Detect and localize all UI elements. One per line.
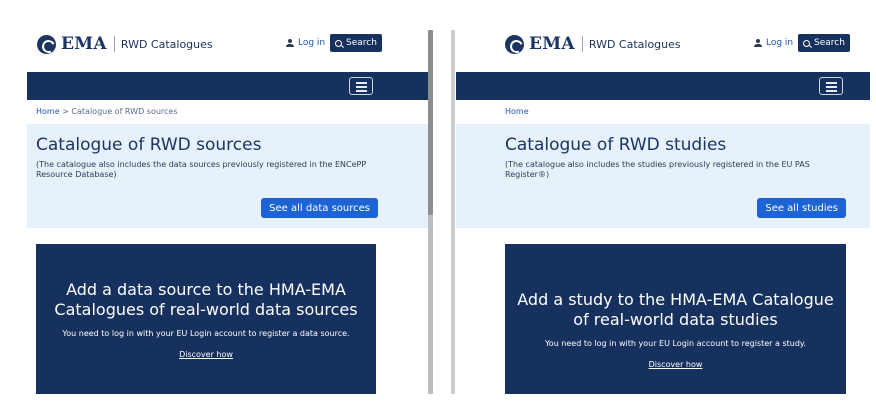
search-button[interactable]: Search	[798, 34, 850, 52]
logo-text: EMA	[529, 34, 575, 54]
page-description: (The catalogue also includes the data so…	[36, 160, 367, 179]
page-title: Catalogue of RWD sources	[36, 135, 262, 155]
screenshot-stage: EMA RWD Catalogues Log in Search Home > …	[0, 0, 876, 409]
main-navbar	[456, 72, 870, 100]
user-icon	[286, 39, 294, 47]
page-description: (The catalogue also includes the studies…	[505, 160, 810, 179]
scrollbar-thumb[interactable]	[428, 30, 433, 215]
hero-section: Catalogue of RWD studies (The catalogue …	[456, 124, 870, 228]
breadcrumb-home-link[interactable]: Home	[36, 107, 60, 116]
sources-page-panel: EMA RWD Catalogues Log in Search Home > …	[27, 24, 428, 394]
breadcrumb-current: Catalogue of RWD sources	[71, 107, 178, 116]
see-all-data-sources-button[interactable]: See all data sources	[261, 198, 378, 218]
panel-divider	[451, 30, 455, 394]
search-label: Search	[814, 38, 845, 48]
logo-subtitle: RWD Catalogues	[120, 37, 213, 51]
cta-title: Add a study to the HMA-EMA Catalogue of …	[517, 290, 834, 329]
search-button[interactable]: Search	[330, 34, 382, 52]
page-title: Catalogue of RWD studies	[505, 135, 727, 155]
breadcrumb: Home	[456, 100, 870, 124]
ema-logo-icon	[505, 34, 524, 54]
search-label: Search	[346, 38, 377, 48]
cta-text: You need to log in with your EU Login ac…	[544, 339, 807, 348]
ema-logo[interactable]: EMA RWD Catalogues	[37, 34, 213, 54]
breadcrumb-home-link[interactable]: Home	[505, 107, 529, 116]
logo-text: EMA	[61, 34, 107, 54]
breadcrumb: Home > Catalogue of RWD sources	[27, 100, 428, 124]
cta-title: Add a data source to the HMA-EMA Catalog…	[54, 280, 358, 319]
hamburger-menu-icon[interactable]	[819, 77, 843, 95]
logo-separator	[581, 36, 583, 52]
user-icon	[754, 39, 762, 47]
site-header: EMA RWD Catalogues Log in Search	[27, 24, 428, 72]
login-label: Log in	[298, 38, 326, 48]
ema-logo[interactable]: EMA RWD Catalogues	[505, 34, 681, 54]
studies-page-panel: EMA RWD Catalogues Log in Search Home Ca…	[456, 24, 870, 394]
site-header: EMA RWD Catalogues Log in Search	[456, 24, 870, 72]
see-all-studies-button[interactable]: See all studies	[757, 198, 846, 218]
logo-separator	[113, 36, 115, 52]
login-link[interactable]: Log in	[286, 38, 325, 48]
search-icon	[803, 39, 810, 47]
add-study-cta: Add a study to the HMA-EMA Catalogue of …	[505, 244, 846, 394]
login-label: Log in	[766, 38, 794, 48]
add-data-source-cta: Add a data source to the HMA-EMA Catalog…	[36, 244, 376, 394]
discover-how-link[interactable]: Discover how	[179, 350, 233, 359]
hero-section: Catalogue of RWD sources (The catalogue …	[27, 124, 428, 228]
ema-logo-icon	[37, 34, 56, 54]
login-link[interactable]: Log in	[754, 38, 793, 48]
breadcrumb-separator: >	[62, 107, 69, 116]
discover-how-link[interactable]: Discover how	[649, 360, 703, 369]
logo-subtitle: RWD Catalogues	[588, 37, 681, 51]
cta-text: You need to log in with your EU Login ac…	[62, 329, 350, 338]
search-icon	[335, 39, 342, 47]
hamburger-menu-icon[interactable]	[349, 77, 373, 95]
main-navbar	[27, 72, 428, 100]
